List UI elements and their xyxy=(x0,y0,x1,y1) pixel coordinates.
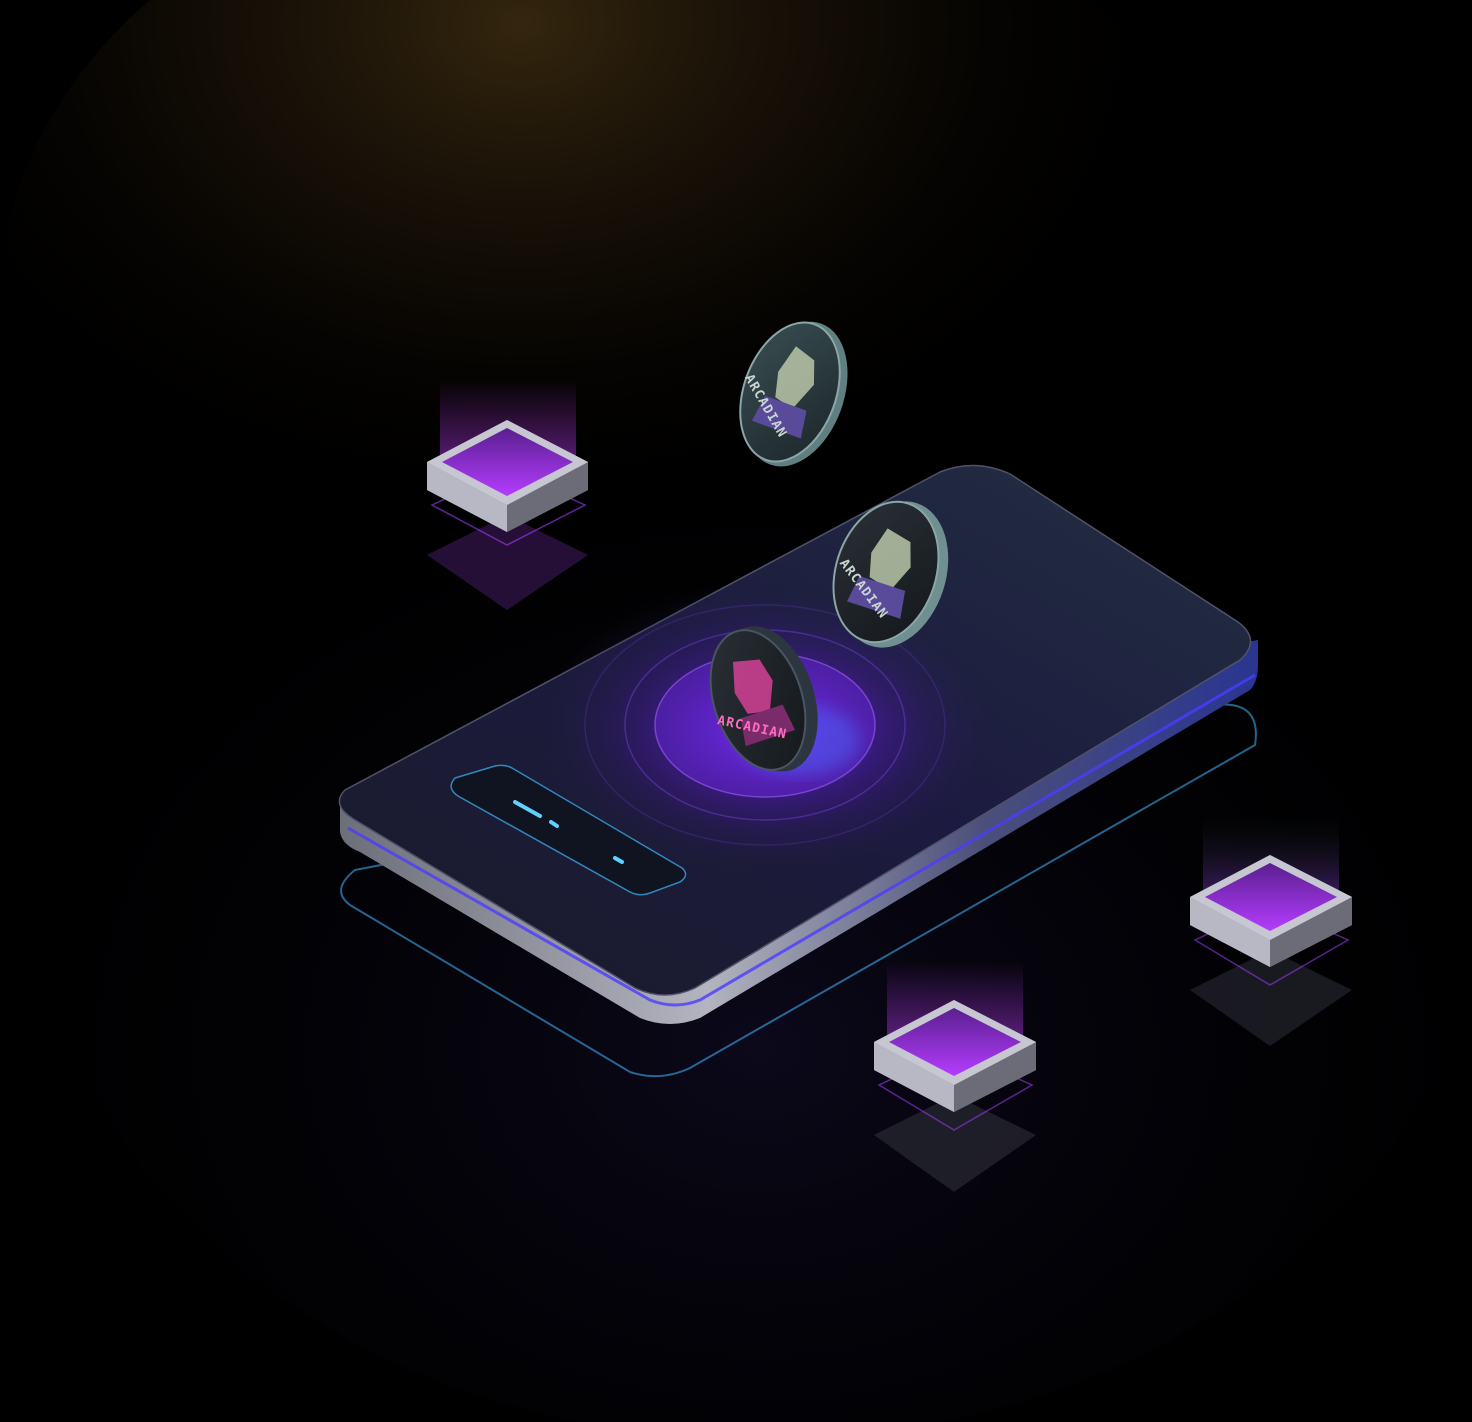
isometric-scene: ARCADIAN ARCADIAN ARCADIAN xyxy=(0,0,1472,1422)
